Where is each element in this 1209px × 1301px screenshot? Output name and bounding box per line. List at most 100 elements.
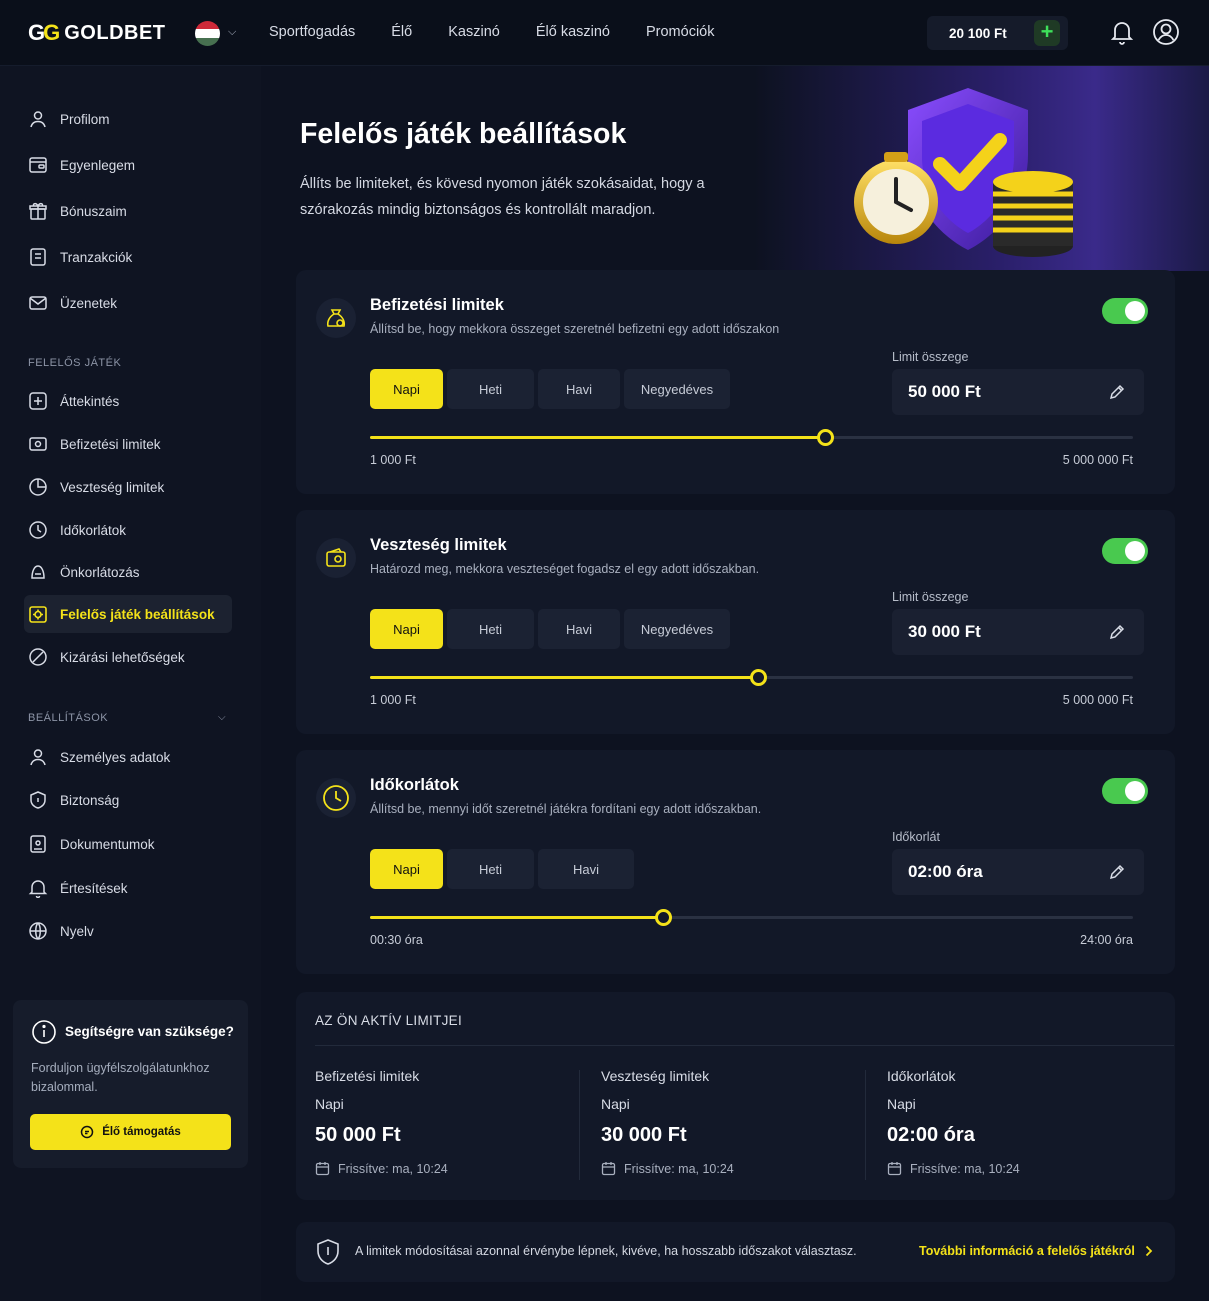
tab-heti[interactable]: Heti [447, 369, 534, 409]
range-max: 5 000 000 Ft [1062, 453, 1133, 467]
loss-limit-card: Veszteség limitek Határozd meg, mekkora … [296, 510, 1175, 734]
sidebar-item-nyelv[interactable]: Nyelv [24, 912, 232, 950]
top-navbar: GG GOLDBET ⌵ Sportfogadás Élő Kaszinó Él… [0, 0, 1209, 66]
sidebar-item-attekintes[interactable]: Áttekintés [24, 382, 232, 420]
sidebar-item-tranzakciok[interactable]: Tranzakciók [24, 238, 232, 276]
slider-handle[interactable] [816, 429, 834, 446]
range-min: 1 000 Ft [370, 693, 416, 707]
time-limit-slider[interactable] [370, 909, 1133, 926]
summary-updated-text: Frissítve: ma, 10:24 [338, 1161, 448, 1176]
sidebar-item-uzenetek[interactable]: Üzenetek [24, 284, 232, 322]
slider-handle[interactable] [654, 909, 672, 926]
limit-label: Limit összege [892, 590, 969, 604]
limit-value: 30 000 Ft [908, 622, 981, 641]
calendar-icon [601, 1162, 616, 1176]
overview-icon [29, 392, 47, 410]
period-tabs: Napi Heti Havi Negyedéves [370, 609, 730, 649]
deposit-plus-button[interactable]: + [1034, 20, 1060, 46]
sidebar-item-veszteseg-limitek[interactable]: Veszteség limitek [24, 468, 232, 506]
nav-promociok[interactable]: Promóciók [646, 24, 715, 40]
time-limit-field[interactable]: 02:00 óra [892, 849, 1144, 895]
summary-period: Napi [887, 1096, 916, 1112]
range-max: 24:00 óra [1080, 933, 1133, 947]
edit-pencil-icon[interactable] [1108, 623, 1126, 646]
gift-icon [29, 202, 47, 220]
deposit-limit-slider[interactable] [370, 429, 1133, 446]
tab-negyedeves[interactable]: Negyedéves [624, 369, 730, 409]
clock-icon [316, 778, 356, 818]
slider-handle[interactable] [749, 669, 767, 686]
sidebar-item-szemelyes-adatok[interactable]: Személyes adatok [24, 738, 232, 776]
sidebar-item-biztonsag[interactable]: Biztonság [24, 781, 232, 819]
tab-negyedeves[interactable]: Negyedéves [624, 609, 730, 649]
sidebar-item-befizetesi-limitek[interactable]: Befizetési limitek [24, 425, 232, 463]
more-info-link[interactable]: További információ a felelős játékról [919, 1244, 1153, 1258]
balance-box: 20 100 Ft + [927, 16, 1068, 50]
summary-updated-text: Frissítve: ma, 10:24 [910, 1161, 1020, 1176]
shield-clock-chips-illustration [848, 82, 1078, 267]
sidebar-item-label: Időkorlátok [60, 522, 127, 538]
user-icon [30, 749, 46, 766]
goldbet-logo[interactable]: GG GOLDBET [28, 20, 166, 46]
edit-pencil-icon[interactable] [1108, 863, 1126, 886]
time-limit-card: Időkorlátok Állítsd be, mennyi időt szer… [296, 750, 1175, 974]
tab-napi[interactable]: Napi [370, 849, 443, 889]
user-account-icon[interactable] [1152, 18, 1180, 51]
more-info-link-label: További információ a felelős játékról [919, 1244, 1135, 1258]
tab-heti[interactable]: Heti [447, 849, 534, 889]
mail-icon [29, 296, 47, 310]
sidebar-item-label: Profilom [60, 111, 110, 127]
nav-elo[interactable]: Élő [391, 24, 412, 40]
nav-elo-kaszino[interactable]: Élő kaszinó [536, 24, 610, 40]
summary-updated: Frissítve: ma, 10:24 [601, 1161, 871, 1176]
sidebar-item-ertesitesek[interactable]: Értesítések [24, 869, 232, 907]
sidebar-item-label: Önkorlátozás [60, 564, 140, 580]
summary-title: Veszteség limitek [601, 1068, 710, 1084]
help-text: Forduljon ügyfélszolgálatunkhoz bizalomm… [31, 1061, 210, 1094]
sidebar-item-profilom[interactable]: Profilom [24, 100, 232, 138]
sidebar-item-kizarasi-lehetosegek[interactable]: Kizárási lehetőségek [24, 638, 232, 676]
clock-icon [29, 521, 47, 539]
nav-sportfogadas[interactable]: Sportfogadás [269, 24, 355, 40]
deposit-limit-toggle[interactable] [1102, 298, 1148, 324]
tab-napi[interactable]: Napi [370, 609, 443, 649]
tab-havi[interactable]: Havi [538, 849, 634, 889]
language-chevron-down-icon[interactable]: ⌵ [228, 26, 236, 39]
limit-amount-field[interactable]: 30 000 Ft [892, 609, 1144, 655]
wallet-icon [316, 538, 356, 578]
notification-bell-icon[interactable] [1110, 19, 1134, 50]
loss-limit-slider[interactable] [370, 669, 1133, 686]
summary-value: 50 000 Ft [315, 1124, 401, 1146]
sidebar-item-dokumentumok[interactable]: Dokumentumok [24, 825, 232, 863]
sidebar-item-idokorlatok[interactable]: Időkorlátok [24, 511, 232, 549]
logo-text: GOLDBET [64, 21, 166, 44]
section-chevron-down-icon[interactable]: ⌵ [218, 712, 226, 723]
receipt-icon [30, 248, 46, 266]
slider-fill [370, 436, 825, 439]
live-support-button[interactable]: Élő támogatás [30, 1114, 231, 1150]
limit-amount-field[interactable]: 50 000 Ft [892, 369, 1144, 415]
tab-havi[interactable]: Havi [538, 369, 620, 409]
summary-updated: Frissítve: ma, 10:24 [315, 1161, 585, 1176]
summary-time: Időkorlátok Napi 02:00 óra Frissítve: ma… [887, 1068, 1157, 1176]
sidebar-section-felelos-jatek: FELELŐS JÁTÉK [28, 357, 122, 369]
card-title: Veszteség limitek [370, 536, 507, 554]
sidebar-item-label: Befizetési limitek [60, 436, 161, 452]
tab-havi[interactable]: Havi [538, 609, 620, 649]
tab-napi[interactable]: Napi [370, 369, 443, 409]
sidebar-item-bonuszaim[interactable]: Bónuszaim [24, 192, 232, 230]
sidebar-item-onkorlatozas[interactable]: Önkorlátozás [24, 553, 232, 591]
tab-heti[interactable]: Heti [447, 609, 534, 649]
edit-pencil-icon[interactable] [1108, 383, 1126, 406]
card-title: Időkorlátok [370, 776, 459, 794]
limit-value: 02:00 óra [908, 862, 983, 881]
loss-limit-toggle[interactable] [1102, 538, 1148, 564]
sidebar-item-felelos-jatek-beallitasok[interactable]: Felelős játék beállítások [24, 595, 232, 633]
nav-kaszino[interactable]: Kaszinó [448, 24, 500, 40]
time-limit-toggle[interactable] [1102, 778, 1148, 804]
range-min: 00:30 óra [370, 933, 423, 947]
sidebar-item-egyenlegem[interactable]: Egyenlegem [24, 146, 232, 184]
block-icon [29, 648, 47, 666]
hungary-flag-icon[interactable] [195, 21, 220, 46]
card-description: Állítsd be, hogy mekkora összeget szeret… [370, 322, 780, 336]
